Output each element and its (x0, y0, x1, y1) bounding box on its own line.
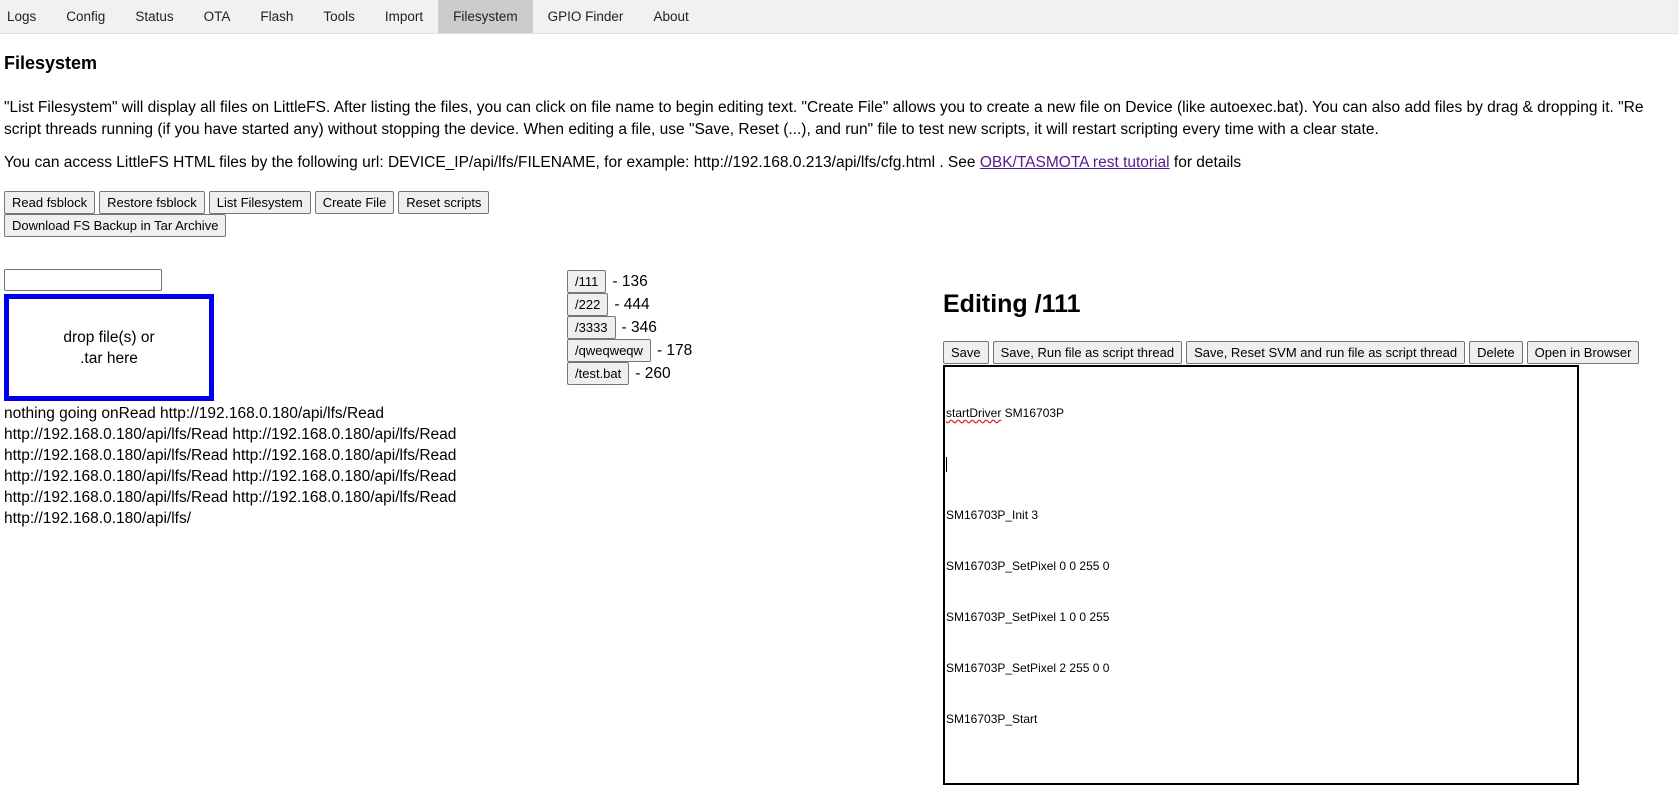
drop-zone-line-2: .tar here (80, 349, 138, 367)
url-info: You can access LittleFS HTML files by th… (4, 154, 1241, 172)
editor-line: SM16703P_SetPixel 1 0 0 255 (946, 610, 1110, 624)
editor-line: startDriver SM16703P (946, 405, 1576, 422)
editor-word: startDriver (946, 406, 1002, 420)
file-size: - 444 (614, 295, 650, 313)
editor-line: SM16703P_Init 3 (946, 508, 1039, 522)
intro-line-2: script threads running (if you have star… (4, 121, 1379, 138)
open-in-browser-button[interactable]: Open in Browser (1526, 341, 1640, 364)
file-size: - 178 (656, 341, 693, 359)
file-button[interactable]: /111 (567, 270, 607, 293)
url-info-text: You can access LittleFS HTML files by th… (4, 154, 980, 171)
file-button[interactable]: /test.bat (567, 362, 630, 385)
create-file-button[interactable]: Create File (314, 191, 395, 214)
nav-tabs: Logs Config Status OTA Flash Tools Impor… (0, 0, 1679, 34)
save-reset-run-button[interactable]: Save, Reset SVM and run file as script t… (1186, 341, 1466, 364)
backup-bar: Download FS Backup in Tar Archive (4, 214, 227, 237)
tab-tools[interactable]: Tools (308, 0, 370, 33)
file-button[interactable]: /qweqweqw (567, 339, 651, 362)
editor-toolbar: Save Save, Run file as script thread Sav… (943, 341, 1640, 364)
file-editor-textarea[interactable]: startDriver SM16703P SM16703P_Init 3 SM1… (943, 365, 1579, 785)
tab-filesystem[interactable]: Filesystem (438, 0, 533, 33)
tab-flash[interactable]: Flash (245, 0, 308, 33)
editor-title: Editing /111 (943, 290, 1081, 318)
file-size: - 346 (621, 318, 657, 336)
tab-ota[interactable]: OTA (189, 0, 246, 33)
drop-zone[interactable]: drop file(s) or .tar here (4, 294, 214, 401)
save-button[interactable]: Save (943, 341, 989, 364)
tab-import[interactable]: Import (370, 0, 438, 33)
intro-text: "List Filesystem" will display all files… (4, 97, 1679, 141)
drop-zone-line-1: drop file(s) or (63, 328, 155, 346)
read-fsblock-button[interactable]: Read fsblock (4, 191, 96, 214)
rest-tutorial-link[interactable]: OBK/TASMOTA rest tutorial (980, 154, 1170, 171)
editor-line: SM16703P_SetPixel 2 255 0 0 (946, 661, 1110, 675)
editor-line: SM16703P_Start (946, 712, 1038, 726)
list-item: /222 - 444 (567, 293, 692, 316)
file-size: - 260 (635, 364, 671, 382)
file-list: /111 - 136 /222 - 444 /3333 - 346 /qweqw… (567, 270, 692, 385)
save-run-button[interactable]: Save, Run file as script thread (992, 341, 1183, 364)
editor-line: SM16703P_SetPixel 0 0 255 0 (946, 559, 1110, 573)
fs-action-bar: Read fsblock Restore fsblock List Filesy… (4, 191, 490, 214)
list-item: /111 - 136 (567, 270, 692, 293)
list-filesystem-button[interactable]: List Filesystem (208, 191, 311, 214)
intro-line-1: "List Filesystem" will display all files… (4, 99, 1644, 116)
list-item: /qweqweqw - 178 (567, 339, 692, 362)
tab-status[interactable]: Status (120, 0, 188, 33)
filename-input[interactable] (4, 269, 162, 291)
editor-word: SM16703P (1001, 406, 1065, 420)
list-item: /3333 - 346 (567, 316, 692, 339)
file-button[interactable]: /3333 (567, 316, 616, 339)
download-backup-button[interactable]: Download FS Backup in Tar Archive (4, 214, 227, 237)
tab-logs[interactable]: Logs (0, 0, 51, 33)
editor-line (946, 456, 1576, 473)
restore-fsblock-button[interactable]: Restore fsblock (99, 191, 205, 214)
file-button[interactable]: /222 (567, 293, 609, 316)
tab-gpio-finder[interactable]: GPIO Finder (533, 0, 639, 33)
status-log: nothing going onRead http://192.168.0.18… (4, 405, 457, 527)
tab-config[interactable]: Config (51, 0, 120, 33)
page-title: Filesystem (4, 53, 98, 73)
list-item: /test.bat - 260 (567, 362, 692, 385)
reset-scripts-button[interactable]: Reset scripts (398, 191, 490, 214)
url-info-suffix: for details (1169, 154, 1242, 171)
delete-button[interactable]: Delete (1469, 341, 1523, 364)
file-size: - 136 (612, 272, 648, 290)
tab-about[interactable]: About (638, 0, 703, 33)
text-cursor (946, 457, 947, 473)
